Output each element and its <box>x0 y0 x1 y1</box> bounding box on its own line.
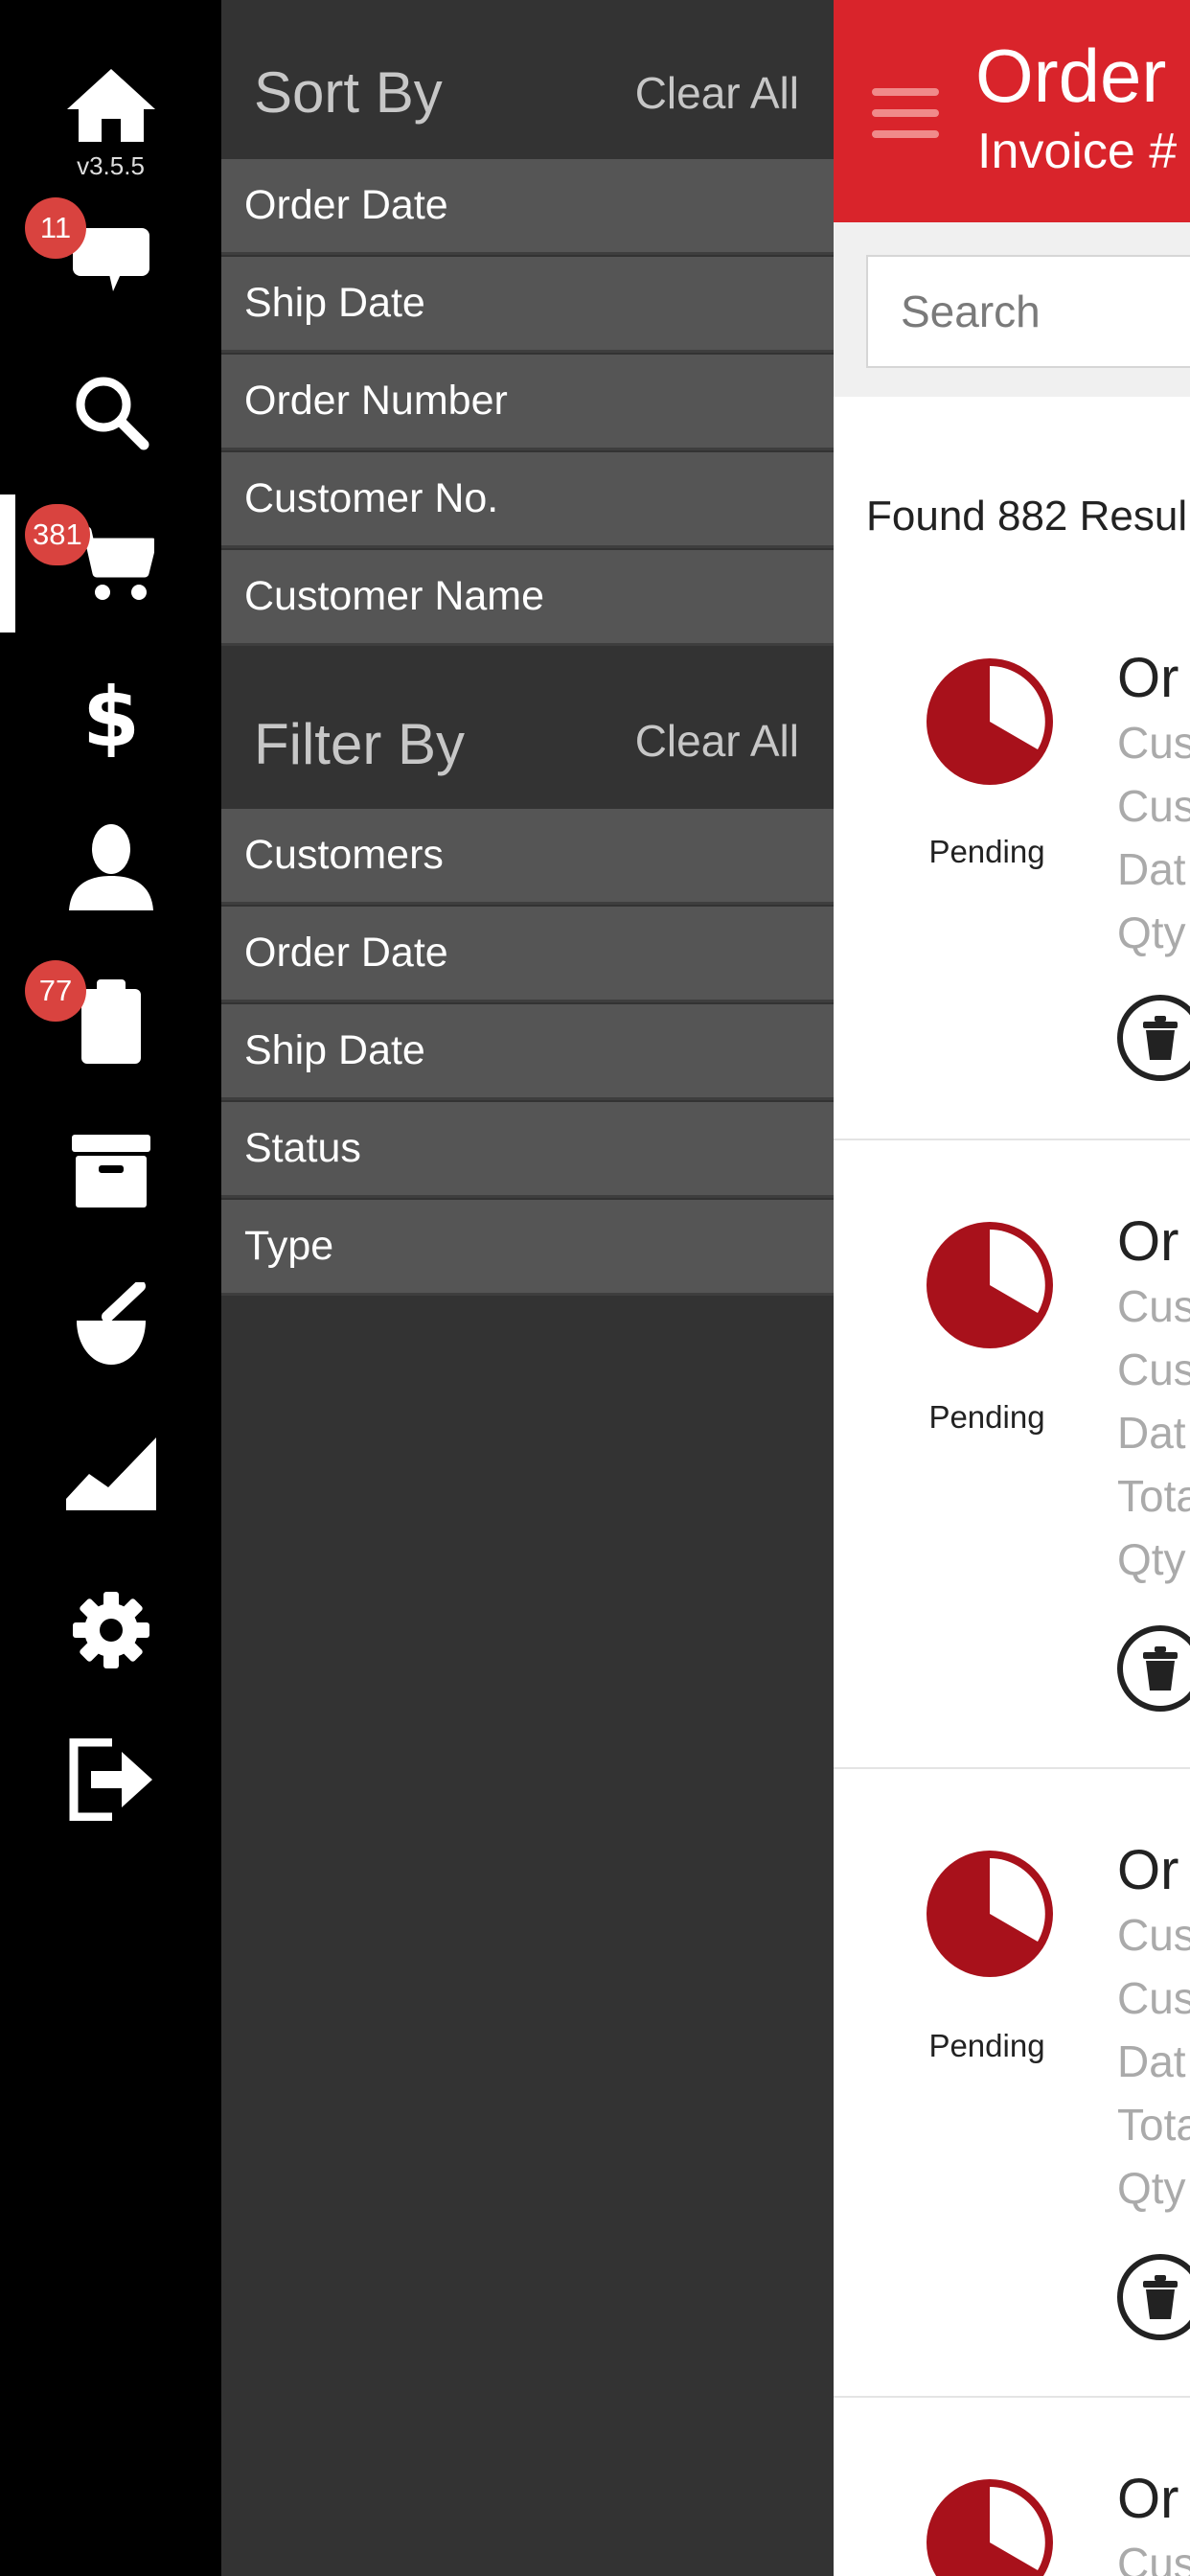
orders-main: Order Invoice # Found 882 Resul Pending … <box>834 0 1190 2576</box>
order-field: Qty <box>1117 908 1186 957</box>
chart-icon <box>65 1438 156 1510</box>
order-field: Cus <box>1117 1910 1190 1960</box>
icon-rail: v3.5.5 11 381 $ 77 <box>0 0 221 2576</box>
search-bar <box>834 222 1190 397</box>
menu-button[interactable] <box>872 88 939 151</box>
order-status: Pending <box>928 1399 1045 1435</box>
tasks-badge: 77 <box>25 960 86 1022</box>
version-label: v3.5.5 <box>77 151 145 180</box>
order-card[interactable]: Pending Or Cus Cus Dat Tota Qty <box>834 1769 1190 2398</box>
order-title: Or <box>1117 2468 1179 2530</box>
app-header: Order Invoice # <box>834 0 1190 222</box>
order-field: Cus <box>1117 2539 1190 2576</box>
order-field: Dat <box>1117 1408 1186 1458</box>
messages-badge: 11 <box>25 197 86 259</box>
mortar-pestle-icon <box>76 1282 146 1365</box>
order-field: Cus <box>1117 781 1190 831</box>
filter-title: Filter By <box>254 712 466 776</box>
sort-header: Sort By Clear All <box>221 0 834 159</box>
order-field: Cus <box>1117 1345 1190 1394</box>
filter-clear-all-button[interactable]: Clear All <box>635 715 799 767</box>
gear-icon <box>72 1592 149 1668</box>
logout-icon <box>69 1738 152 1821</box>
nav-search[interactable] <box>0 374 221 450</box>
archive-icon <box>71 1135 150 1208</box>
nav-archive[interactable] <box>0 1135 221 1208</box>
filter-option-type[interactable]: Type <box>221 1200 834 1296</box>
clipboard-icon <box>80 979 141 1064</box>
sort-filter-panel: Sort By Clear All Order Date Ship Date O… <box>221 0 834 2576</box>
header-subtitle: Invoice # <box>977 124 1178 179</box>
order-title: Or <box>1117 1839 1179 1901</box>
filter-option-status[interactable]: Status <box>221 1102 834 1198</box>
order-card[interactable]: Pending Or Cus Cus Dat Qty <box>834 604 1190 1140</box>
orders-badge: 381 <box>25 504 90 565</box>
status-pie-icon <box>927 1222 1053 1348</box>
dollar-icon: $ <box>82 677 140 757</box>
sort-option-order-date[interactable]: Order Date <box>221 159 834 255</box>
order-status: Pending <box>928 834 1045 869</box>
status-pie-icon <box>927 1851 1053 1977</box>
svg-text:$: $ <box>82 677 140 757</box>
sort-option-order-number[interactable]: Order Number <box>221 355 834 450</box>
order-status: Pending <box>928 2028 1045 2063</box>
sort-option-customer-name[interactable]: Customer Name <box>221 550 834 646</box>
nav-logout[interactable] <box>0 1738 221 1821</box>
filter-option-customers[interactable]: Customers <box>221 809 834 905</box>
delete-order-button[interactable] <box>1117 995 1190 1081</box>
filter-option-ship-date[interactable]: Ship Date <box>221 1004 834 1100</box>
filter-header: Filter By Clear All <box>221 648 834 807</box>
trash-icon <box>1143 1016 1178 1060</box>
nav-settings[interactable] <box>0 1591 221 1669</box>
nav-reports[interactable] <box>0 1438 221 1510</box>
order-field: Qty <box>1117 1534 1186 1584</box>
order-field: Qty <box>1117 2163 1186 2213</box>
trash-icon <box>1143 1646 1178 1690</box>
status-pie-icon <box>927 2479 1053 2576</box>
nav-payments[interactable]: $ <box>0 677 221 757</box>
order-card[interactable]: Or Cus <box>834 2398 1190 2576</box>
order-field: Dat <box>1117 844 1186 894</box>
trash-icon <box>1143 2275 1178 2319</box>
user-icon <box>68 824 153 910</box>
order-card[interactable]: Pending Or Cus Cus Dat Tota Qty <box>834 1140 1190 1769</box>
results-count: Found 882 Resul <box>866 493 1188 540</box>
filter-option-order-date[interactable]: Order Date <box>221 907 834 1002</box>
delete-order-button[interactable] <box>1117 1625 1190 1712</box>
search-input[interactable] <box>866 255 1190 368</box>
status-pie-icon <box>927 658 1053 785</box>
nav-customers[interactable] <box>0 820 221 912</box>
order-field: Cus <box>1117 1281 1190 1331</box>
sort-option-ship-date[interactable]: Ship Date <box>221 257 834 353</box>
order-field: Cus <box>1117 1973 1190 2023</box>
search-icon <box>76 377 149 450</box>
header-title: Order <box>975 34 1167 118</box>
order-field: Tota <box>1117 1471 1190 1521</box>
nav-home[interactable] <box>0 65 221 146</box>
order-title: Or <box>1117 647 1179 709</box>
order-field: Tota <box>1117 2100 1190 2150</box>
order-field: Cus <box>1117 718 1190 768</box>
sort-clear-all-button[interactable]: Clear All <box>635 67 799 119</box>
sort-option-customer-no[interactable]: Customer No. <box>221 452 834 548</box>
order-title: Or <box>1117 1210 1179 1273</box>
home-icon <box>66 69 155 142</box>
delete-order-button[interactable] <box>1117 2254 1190 2340</box>
order-field: Dat <box>1117 2036 1186 2086</box>
nav-compounding[interactable] <box>0 1282 221 1367</box>
sort-title: Sort By <box>254 60 443 125</box>
